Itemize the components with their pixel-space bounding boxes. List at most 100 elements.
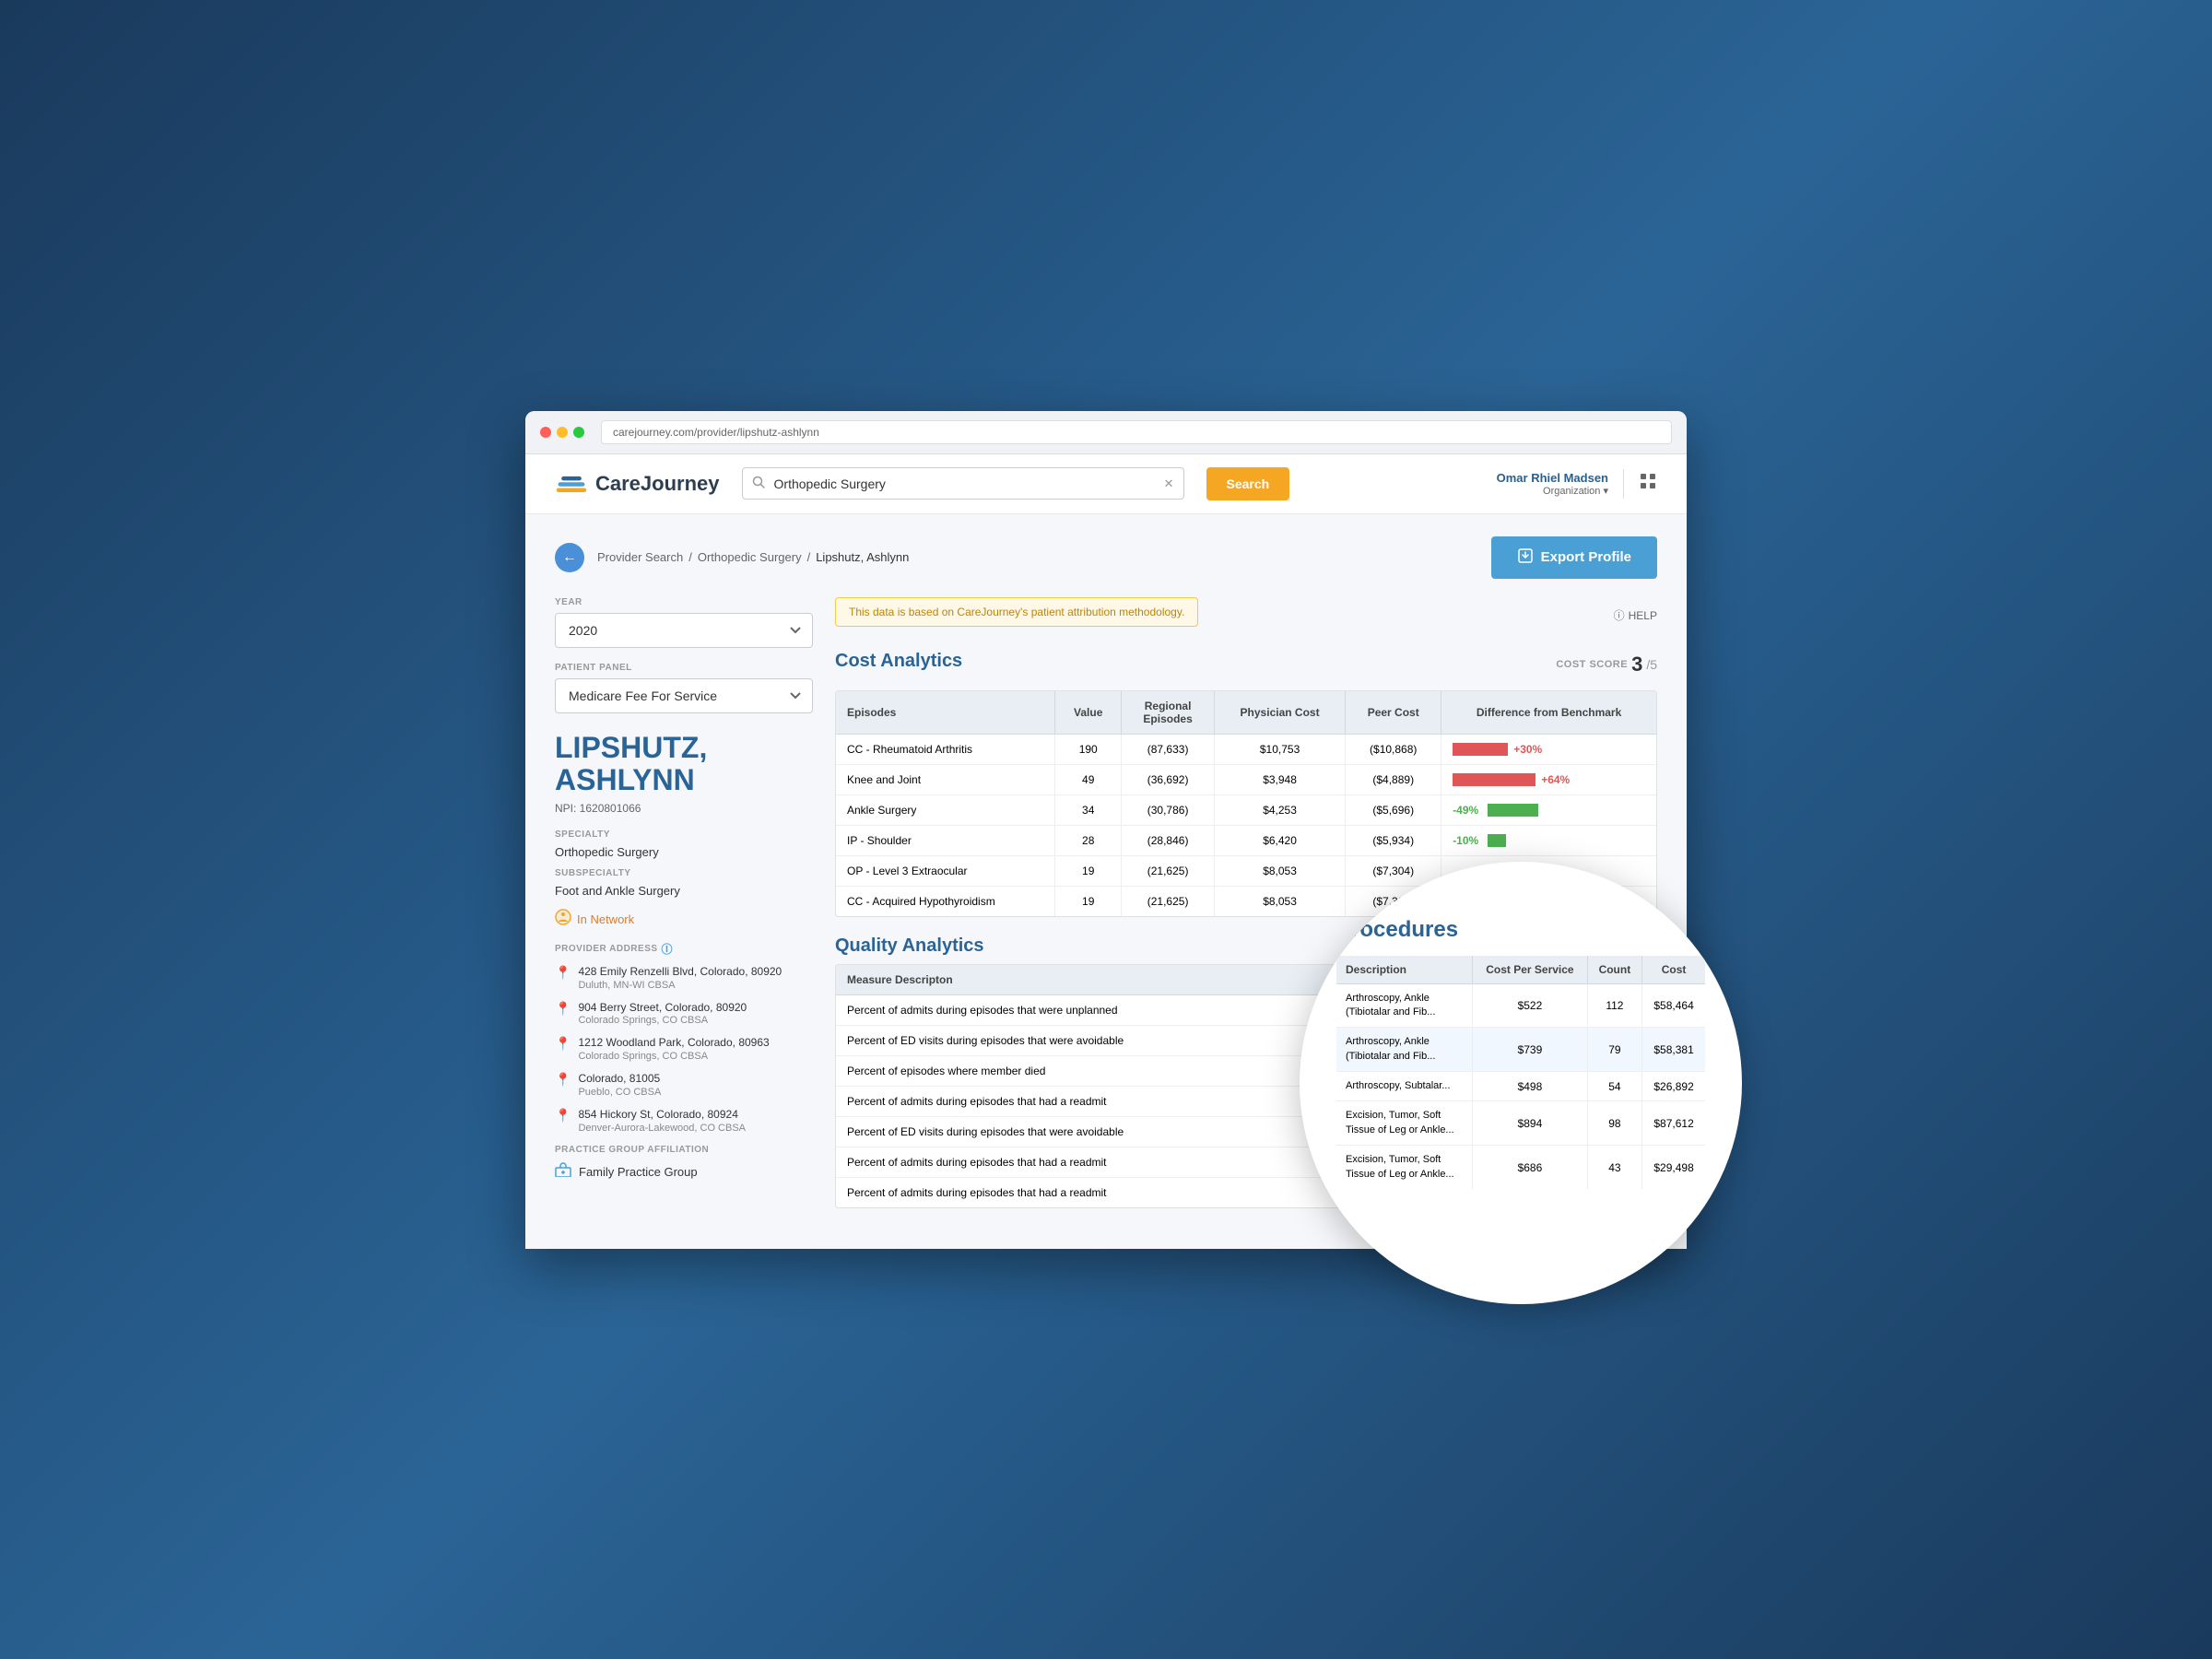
provider-name-line2: ASHLYNN	[555, 763, 695, 796]
proc-desc: Excision, Tumor, SoftTissue of Leg or An…	[1336, 1146, 1473, 1189]
breadcrumb-sep2: /	[807, 550, 811, 564]
export-label: Export Profile	[1541, 549, 1631, 565]
measure-text: Percent of admits during episodes that w…	[836, 994, 1365, 1025]
episode-diff: -49%	[1441, 794, 1656, 825]
diff-bar	[1488, 834, 1506, 847]
address-street-2: 904 Berry Street, Colorado, 80920	[578, 1000, 747, 1016]
episode-diff: +64%	[1441, 764, 1656, 794]
episode-value: 190	[1055, 734, 1122, 764]
in-network-icon	[555, 909, 571, 930]
user-org[interactable]: Organization ▾	[1497, 485, 1608, 497]
measure-text: Percent of ED visits during episodes tha…	[836, 1116, 1365, 1147]
proc-cost: $87,612	[1642, 1101, 1705, 1146]
episode-value: 49	[1055, 764, 1122, 794]
table-row: Ankle Surgery 34 (30,786) $4,253 ($5,696…	[836, 794, 1656, 825]
proc-count: 54	[1587, 1072, 1642, 1101]
cost-score: COST SCORE 3 /5	[1556, 653, 1657, 677]
breadcrumb-provider-search[interactable]: Provider Search	[597, 550, 683, 564]
col-measure: Measure Descripton	[836, 965, 1365, 995]
proc-col-cost: Cost	[1642, 956, 1705, 984]
col-physician-cost: Physician Cost	[1214, 691, 1345, 735]
logo-icon	[555, 467, 588, 500]
cost-score-denom: /5	[1646, 657, 1657, 672]
address-item-1: 📍 428 Emily Renzelli Blvd, Colorado, 809…	[555, 964, 813, 991]
table-row: IP - Shoulder 28 (28,846) $6,420 ($5,934…	[836, 825, 1656, 855]
addresses-list: 📍 428 Emily Renzelli Blvd, Colorado, 809…	[555, 964, 813, 1134]
help-label: HELP	[1629, 609, 1657, 622]
browser-minimize-dot[interactable]	[557, 427, 568, 438]
episode-peer-cost: ($7,304)	[1346, 855, 1441, 886]
episode-physician-cost: $8,053	[1214, 855, 1345, 886]
episode-name: IP - Shoulder	[836, 825, 1055, 855]
proc-cost-per-service: $894	[1473, 1101, 1587, 1146]
proc-cost-per-service: $686	[1473, 1146, 1587, 1189]
search-button[interactable]: Search	[1206, 467, 1290, 500]
episode-value: 19	[1055, 855, 1122, 886]
help-button[interactable]: ⓘ HELP	[1614, 607, 1657, 623]
diff-bar	[1453, 743, 1508, 756]
location-icon-2: 📍	[555, 1001, 571, 1027]
breadcrumb-current: Lipshutz, Ashlynn	[816, 550, 909, 564]
proc-col-cost-per-service: Cost Per Service	[1473, 956, 1587, 984]
episode-regional: (21,625)	[1122, 855, 1215, 886]
npi: NPI: 1620801066	[555, 802, 813, 815]
address-section-label: PROVIDER ADDRESS ⓘ	[555, 941, 813, 957]
location-icon-1: 📍	[555, 965, 571, 991]
proc-desc: Excision, Tumor, SoftTissue of Leg or An…	[1336, 1101, 1473, 1146]
episode-regional: (36,692)	[1122, 764, 1215, 794]
left-panel: YEAR 2020 PATIENT PANEL Medicare Fee For…	[555, 597, 813, 1227]
diff-text: -10%	[1453, 834, 1478, 847]
browser-close-dot[interactable]	[540, 427, 551, 438]
proc-desc: Arthroscopy, Ankle(Tibiotalar and Fib...	[1336, 983, 1473, 1028]
diff-text: -49%	[1453, 804, 1478, 817]
specialty-section: SPECIALTY Orthopedic Surgery	[555, 830, 813, 859]
episode-physician-cost: $10,753	[1214, 734, 1345, 764]
cost-analytics-title: Cost Analytics	[835, 651, 962, 672]
address-item-3: 📍 1212 Woodland Park, Colorado, 80963Col…	[555, 1035, 813, 1062]
search-clear-icon[interactable]: ✕	[1155, 469, 1183, 499]
proc-cost-per-service: $739	[1473, 1028, 1587, 1072]
panel-label: PATIENT PANEL	[555, 663, 813, 673]
subspecialty-section: SUBSPECIALTY Foot and Ankle Surgery	[555, 868, 813, 898]
diff-text: +30%	[1513, 743, 1542, 756]
table-row: Arthroscopy, Ankle(Tibiotalar and Fib...…	[1336, 1028, 1705, 1072]
address-item-4: 📍 Colorado, 81005Pueblo, CO CBSA	[555, 1071, 813, 1098]
patient-panel-select[interactable]: Medicare Fee For Service	[555, 678, 813, 713]
proc-count: 79	[1587, 1028, 1642, 1072]
header-user: Omar Rhiel Madsen Organization ▾	[1497, 469, 1657, 499]
search-bar[interactable]: ✕	[742, 467, 1184, 500]
episode-name: Knee and Joint	[836, 764, 1055, 794]
table-row: CC - Rheumatoid Arthritis 190 (87,633) $…	[836, 734, 1656, 764]
address-bar[interactable]: carejourney.com/provider/lipshutz-ashlyn…	[601, 420, 1672, 444]
episode-name: CC - Acquired Hypothyroidism	[836, 886, 1055, 916]
measure-text: Percent of ED visits during episodes tha…	[836, 1025, 1365, 1055]
address-street-3: 1212 Woodland Park, Colorado, 80963	[578, 1035, 769, 1051]
breadcrumb-row: ← Provider Search / Orthopedic Surgery /…	[555, 536, 1657, 579]
address-info-icon[interactable]: ⓘ	[662, 941, 674, 957]
address-sub-5: Denver-Aurora-Lakewood, CO CBSA	[578, 1123, 746, 1134]
proc-cost-per-service: $522	[1473, 983, 1587, 1028]
proc-cost-per-service: $498	[1473, 1072, 1587, 1101]
specialty-value: Orthopedic Surgery	[555, 845, 813, 859]
browser-maximize-dot[interactable]	[573, 427, 584, 438]
logo-text: CareJourney	[595, 472, 720, 496]
proc-count: 98	[1587, 1101, 1642, 1146]
cost-score-value: 3	[1631, 653, 1642, 677]
breadcrumb-specialty[interactable]: Orthopedic Surgery	[698, 550, 802, 564]
address-street-4: Colorado, 81005	[578, 1071, 661, 1087]
in-network-label: In Network	[577, 912, 634, 926]
practice-label: PRACTICE GROUP AFFILIATION	[555, 1145, 813, 1155]
grid-icon[interactable]	[1639, 472, 1657, 495]
user-info: Omar Rhiel Madsen Organization ▾	[1497, 471, 1608, 497]
year-select[interactable]: 2020	[555, 613, 813, 648]
proc-col-desc: Description	[1336, 956, 1473, 984]
proc-desc: Arthroscopy, Ankle(Tibiotalar and Fib...	[1336, 1028, 1473, 1072]
export-icon	[1517, 547, 1534, 568]
export-profile-button[interactable]: Export Profile	[1491, 536, 1657, 579]
search-input[interactable]	[774, 469, 1155, 499]
back-button[interactable]: ←	[555, 543, 584, 572]
help-icon: ⓘ	[1614, 607, 1625, 623]
episode-peer-cost: ($4,889)	[1346, 764, 1441, 794]
measure-text: Percent of admits during episodes that h…	[836, 1147, 1365, 1177]
col-peer-cost: Peer Cost	[1346, 691, 1441, 735]
